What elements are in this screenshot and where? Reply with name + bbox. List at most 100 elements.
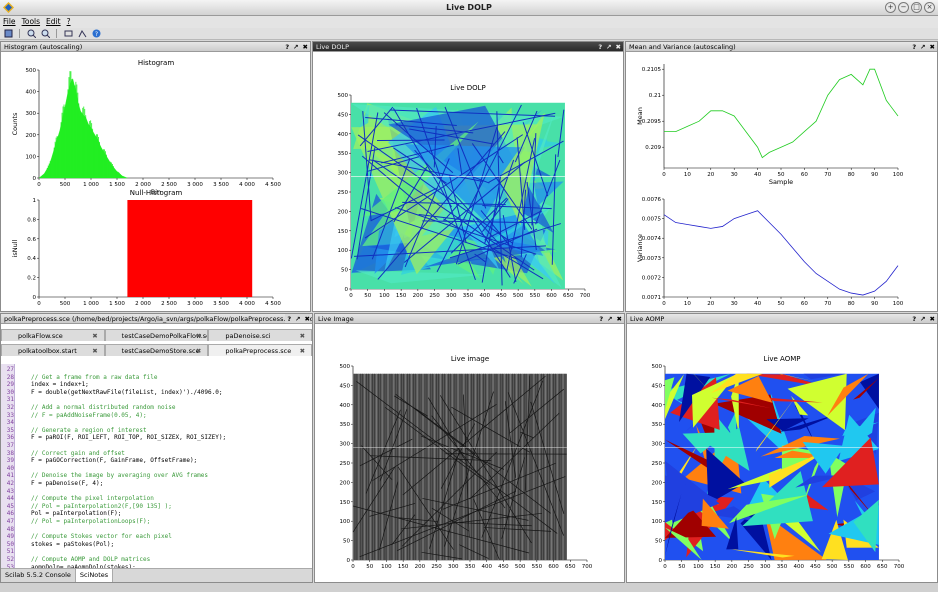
menu-edit[interactable]: Edit [46,16,61,28]
zoom-in-icon[interactable] [26,29,36,38]
rotate-icon[interactable] [63,29,73,38]
line-number: 34 [6,419,14,427]
histogram-chart[interactable]: 0 500 1 000 1 500 2 000 2 500 3 000 3 500 4 000 4… [1,52,310,311]
y-tick-label: 200 [652,480,663,486]
y-tick-label: 250 [652,461,663,467]
close-button[interactable]: × [924,2,935,13]
code-line: // Pol = paInterpolationLoops(F); [31,518,151,525]
panel-undock-button[interactable]: ↗ [295,314,300,323]
panel-help-button[interactable]: ? [287,314,291,323]
editor-tab-b-1[interactable]: testCaseDemoStore.sce ✖ [104,344,209,356]
y-tick-label: 0 [659,558,663,564]
x-tick-label: 300 [760,564,771,570]
help-icon[interactable]: ? [91,29,101,38]
line-number: 51 [6,548,14,556]
code-line: // Compute Stokes vector for each pixel [31,533,172,541]
panel-help-button[interactable]: ? [599,314,603,323]
status-bar [0,583,938,592]
editor-tab-a-2[interactable]: paDenoise.sci ✖ [208,329,313,341]
close-tab-icon[interactable]: ✖ [196,330,201,341]
x-tick-label: 60 [801,172,808,178]
panel-close-button[interactable]: ✖ [617,314,622,323]
code-editor[interactable]: 27 28 // Get a frame from a raw data file 2… [1,364,312,568]
minimize-button[interactable]: − [898,2,909,13]
line-number: 39 [6,457,14,465]
menu-file[interactable]: File [3,16,16,28]
x-tick-label: 90 [871,172,878,178]
close-tab-icon[interactable]: ✖ [92,345,97,356]
panel-help-button[interactable]: ? [598,42,602,51]
panel-undock-button[interactable]: ↗ [293,42,298,51]
tab-scinotes[interactable]: SciNotes [75,569,114,582]
x-tick-label: 2 500 [161,182,177,188]
live-image-chart[interactable]: 0 50 100 150 200 250 300 350 400 450 500 550 600 650 7… [315,324,624,582]
x-tick-label: 500 [60,182,71,188]
x-tick-label: 1 500 [109,301,125,307]
line-number: 47 [6,518,14,525]
x-tick-label: 80 [848,172,855,178]
meanvar-chart[interactable]: 0 10 20 30 40 50 60 70 80 90 1000.2090.20950.210.2… [626,52,937,311]
live-image-panel: Live Image ? ↗ ✖ 0 50 100 150 200 250 300 350 40… [314,313,625,583]
x-tick-label: 30 [731,172,738,178]
panel-close-button[interactable]: ✖ [616,42,621,51]
tab-console[interactable]: Scilab 5.5.2 Console [1,569,76,582]
panel-undock-button[interactable]: ↗ [607,314,612,323]
editor-tab-a-1[interactable]: testCaseDemoPolkaFlow.sce ✖ [104,329,209,341]
x-tick-label: 250 [743,564,754,570]
x-tick-label: 50 [778,301,785,307]
y-tick-label: 350 [652,422,663,428]
line-number: 28 [6,373,14,381]
line-number: 44 [6,495,14,503]
x-tick-label: 0 [662,172,666,178]
y-tick-label: 450 [652,383,663,389]
line-number: 29 [6,381,14,389]
editor-tab-a-0[interactable]: polkaFlow.sce ✖ [1,329,105,341]
close-tab-icon[interactable]: ✖ [300,345,305,356]
code-line: F = paDenoise(F, 4); [31,480,104,487]
datatip-icon[interactable] [77,29,87,38]
x-tick-label: 400 [479,293,490,299]
window-menu-button[interactable]: + [885,2,896,13]
aomp-chart[interactable]: 0 50 100 150 200 250 300 350 400 450 500 550 600 650 7… [627,324,937,582]
y-tick-label: 250 [338,190,349,196]
dolp-chart[interactable]: 0 50 100 150 200 250 300 350 400 450 500 550 600 650 7… [313,52,623,311]
x-tick-label: 0 [37,301,41,307]
panel-help-button[interactable]: ? [912,42,916,51]
panel-header: Mean and Variance (autoscaling) ? ↗ ✖ [626,42,937,52]
code-line: stokes = paStokes(Pol); [31,540,115,548]
y-tick-label: 0 [347,558,351,564]
menu-tools[interactable]: Tools [22,16,40,28]
mean-series-line [664,68,899,159]
editor-tab-b-2[interactable]: polkaPreprocess.sce ✖ [208,344,313,356]
editor-tab-b-0[interactable]: polkatoolbox.start ✖ [1,344,105,356]
close-tab-icon[interactable]: ✖ [300,330,305,341]
panel-header: Live AOMP ? ↗ ✖ [627,314,937,324]
meanvar-panel: Mean and Variance (autoscaling) ? ↗ ✖ 0 1… [625,41,938,312]
panel-close-button[interactable]: ✖ [305,314,310,323]
close-tab-icon[interactable]: ✖ [92,330,97,341]
panel-help-button[interactable]: ? [285,42,289,51]
panel-title: polkaPreprocess.sce (/home/bed/projects/… [4,315,312,323]
maximize-button[interactable]: □ [911,2,922,13]
panel-close-button[interactable]: ✖ [303,42,308,51]
code-line: // Pol = paInterpolation2(F,[90 135] ); [31,502,172,510]
close-tab-icon[interactable]: ✖ [196,345,201,356]
panel-title: Live DOLP [316,43,350,51]
menu-bar: File Tools Edit ? [0,16,938,28]
new-window-icon[interactable] [3,29,13,38]
panel-undock-button[interactable]: ↗ [920,42,925,51]
panel-close-button[interactable]: ✖ [930,314,935,323]
panel-close-button[interactable]: ✖ [930,42,935,51]
code-line: // Correct gain and offset [31,449,125,457]
y-tick-label: 350 [340,422,351,428]
zoom-out-icon[interactable] [40,29,50,38]
x-tick-label: 100 [381,564,392,570]
y-tick-label: 0.21 [649,93,661,99]
panel-undock-button[interactable]: ↗ [606,42,611,51]
editor-tabs-row-1: polkaFlow.sce ✖ testCaseDemoPolkaFlow.sce ✖… [1,329,313,341]
panel-undock-button[interactable]: ↗ [920,314,925,323]
menu-help[interactable]: ? [67,16,71,28]
panel-help-button[interactable]: ? [912,314,916,323]
null-histogram-bar [127,200,253,297]
y-tick-label: 400 [652,403,663,409]
